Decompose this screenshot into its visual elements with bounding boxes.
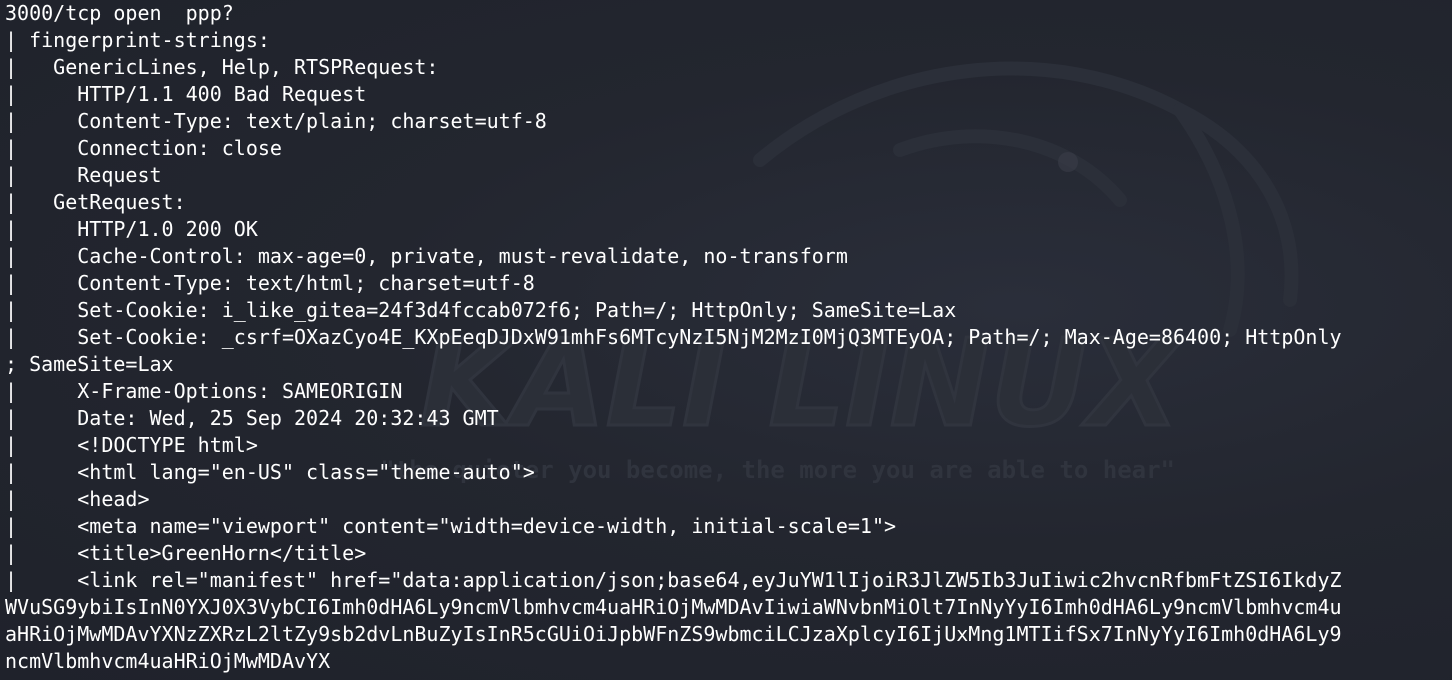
terminal-line: ; SameSite=Lax [5, 352, 174, 376]
terminal-line: | Content-Type: text/html; charset=utf-8 [5, 271, 535, 295]
terminal-line: | Set-Cookie: _csrf=OXazCyo4E_KXpEeqDJDx… [5, 325, 1342, 349]
terminal-line: | <link rel="manifest" href="data:applic… [5, 568, 1342, 592]
terminal-line: WVuSG9ybiIsInN0YXJ0X3VybCI6Imh0dHA6Ly9nc… [5, 595, 1342, 619]
terminal-line: aHRiOjMwMDAvYXNzZXRzL2ltZy9sb2dvLnBuZyIs… [5, 622, 1342, 646]
terminal-line: | fingerprint-strings: [5, 28, 270, 52]
terminal-line: | GenericLines, Help, RTSPRequest: [5, 55, 439, 79]
terminal-line: | Request [5, 163, 162, 187]
terminal-line: | <title>GreenHorn</title> [5, 541, 367, 565]
terminal-line: | Content-Type: text/plain; charset=utf-… [5, 109, 547, 133]
terminal-line: | <!DOCTYPE html> [5, 433, 258, 457]
terminal-line: | Cache-Control: max-age=0, private, mus… [5, 244, 848, 268]
terminal-window[interactable]: KALI LINUX "the quieter you become, the … [0, 0, 1452, 680]
terminal-line: 3000/tcp open ppp? [5, 1, 234, 25]
terminal-line: | <meta name="viewport" content="width=d… [5, 514, 897, 538]
terminal-line: ncmVlbmhvcm4uaHRiOjMwMDAvYX [5, 649, 331, 673]
terminal-output: 3000/tcp open ppp? | fingerprint-strings:… [5, 0, 1342, 675]
terminal-line: | GetRequest: [5, 190, 186, 214]
terminal-line: | HTTP/1.1 400 Bad Request [5, 82, 367, 106]
terminal-line: | <head> [5, 487, 150, 511]
terminal-line: | Set-Cookie: i_like_gitea=24f3d4fccab07… [5, 298, 957, 322]
terminal-line: | X-Frame-Options: SAMEORIGIN [5, 379, 403, 403]
terminal-line: | Connection: close [5, 136, 282, 160]
terminal-line: | <html lang="en-US" class="theme-auto"> [5, 460, 535, 484]
terminal-line: | HTTP/1.0 200 OK [5, 217, 258, 241]
terminal-line: | Date: Wed, 25 Sep 2024 20:32:43 GMT [5, 406, 499, 430]
